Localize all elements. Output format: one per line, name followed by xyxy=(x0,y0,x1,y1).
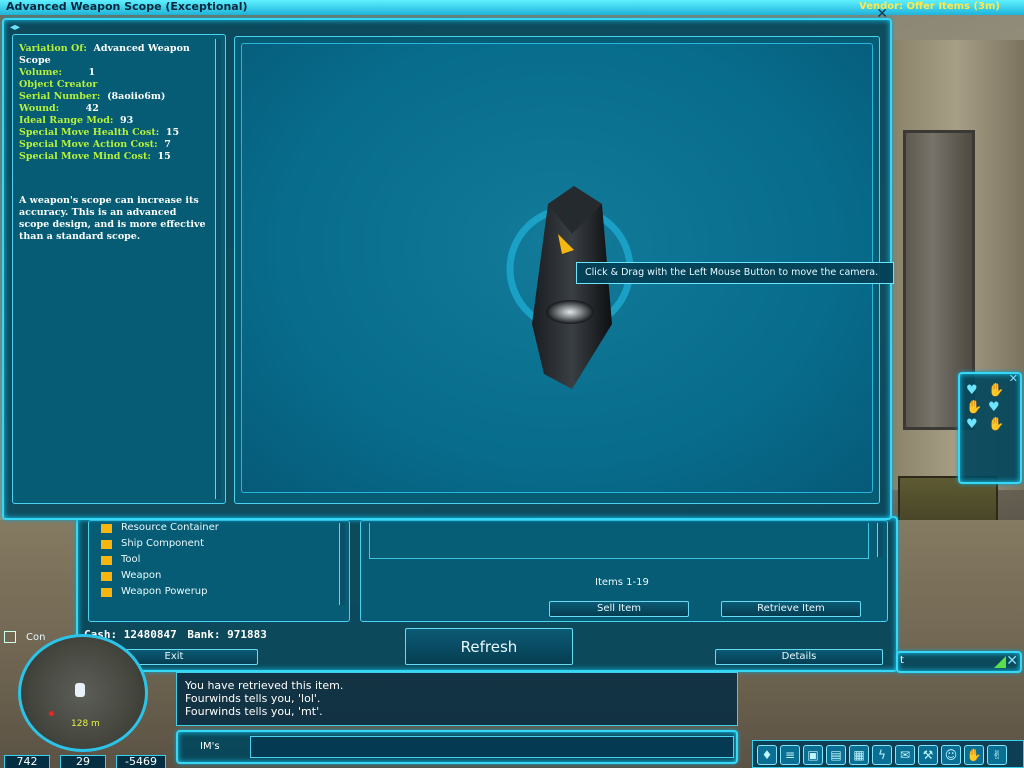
lightning-icon[interactable]: ϟ xyxy=(872,745,892,765)
chat-line: You have retrieved this item. xyxy=(185,679,344,692)
close-icon[interactable]: ✕ xyxy=(1006,653,1018,669)
bank-value: 971883 xyxy=(227,628,267,641)
im-bar: IM's xyxy=(176,730,738,764)
attribute-row: Object Creator xyxy=(19,79,98,90)
folder-icon xyxy=(101,588,112,597)
category-item[interactable]: Weapon Powerup xyxy=(101,585,207,599)
im-input[interactable] xyxy=(250,736,734,758)
inventory-icon[interactable]: ▣ xyxy=(803,745,823,765)
mail-icon[interactable]: ✉ xyxy=(895,745,915,765)
refresh-button[interactable]: Refresh xyxy=(405,628,573,665)
heart-icon: ♥ ✋ ♥ xyxy=(966,383,983,432)
right-input-value: t xyxy=(900,655,904,666)
attribute-row: Special Move Mind Cost: 15 xyxy=(19,151,171,162)
effects-panel: ✕ ♥ ✋ ♥ ✋ ♥ ✋ xyxy=(958,372,1022,484)
attribute-row: Variation Of: Advanced Weapon Scope xyxy=(19,43,190,66)
resize-handle-icon[interactable]: ◂▸ xyxy=(10,22,20,33)
attribute-row: Special Move Health Cost: 15 xyxy=(19,127,180,138)
category-item[interactable]: Resource Container xyxy=(101,521,219,535)
chat-window[interactable]: You have retrieved this item. Fourwinds … xyxy=(176,672,738,726)
cash-value: 12480847 xyxy=(123,628,177,641)
hand-icon: ✋ ♥ ✋ xyxy=(988,383,1005,432)
coord-x: 742 xyxy=(4,755,50,768)
chat-line: Fourwinds tells you, 'lol'. xyxy=(185,692,321,705)
vendor-tab-title[interactable]: Vendor: Offer Items (3m) xyxy=(756,0,1024,15)
attributes-scrollbar[interactable] xyxy=(215,39,221,499)
details-button[interactable]: Details xyxy=(715,649,883,665)
close-icon[interactable]: ✕ xyxy=(876,6,888,22)
item-list[interactable] xyxy=(369,523,869,559)
retrieve-item-button[interactable]: Retrieve Item xyxy=(721,601,861,617)
bank-label: Bank: xyxy=(187,628,221,641)
action-toolbar: ♦ ≡ ▣ ▤ ▦ ϟ ✉ ⚒ ☺ ✋ ✌ xyxy=(752,740,1024,768)
category-item[interactable]: Ship Component xyxy=(101,537,204,551)
gesture-icon[interactable]: ✌ xyxy=(987,745,1007,765)
player-marker-icon xyxy=(75,683,85,697)
datapad-icon[interactable]: ▤ xyxy=(826,745,846,765)
item-description: A weapon's scope can increase its accura… xyxy=(19,195,206,242)
map-distance: 128 m xyxy=(71,719,100,729)
coord-y: 29 xyxy=(60,755,106,768)
con-label: Con xyxy=(26,632,46,643)
folder-icon xyxy=(101,524,112,533)
con-checkbox[interactable] xyxy=(4,631,16,643)
hand-icon[interactable]: ✋ xyxy=(964,745,984,765)
folder-icon xyxy=(101,556,112,565)
tool-icon[interactable]: ⚒ xyxy=(918,745,938,765)
minimap[interactable]: 128 m xyxy=(18,634,148,752)
drop-icon[interactable]: ♦ xyxy=(757,745,777,765)
close-icon[interactable]: ✕ xyxy=(1009,372,1018,385)
item-scrollbar[interactable] xyxy=(877,523,883,557)
category-list: Resource Container Ship Component Tool W… xyxy=(88,520,350,622)
attribute-row: Ideal Range Mod: 93 xyxy=(19,115,134,126)
items-count: Items 1-19 xyxy=(595,577,649,588)
ims-label: IM's xyxy=(200,741,220,752)
sell-item-button[interactable]: Sell Item xyxy=(549,601,689,617)
map-blip-icon xyxy=(49,711,54,716)
attribute-list: Variation Of: Advanced Weapon Scope Volu… xyxy=(19,43,209,163)
folder-icon xyxy=(101,572,112,581)
camera-tooltip: Click & Drag with the Left Mouse Button … xyxy=(576,262,894,284)
folder-icon xyxy=(101,540,112,549)
attribute-row: Special Move Action Cost: 7 xyxy=(19,139,171,150)
chat-line: Fourwinds tells you, 'mt'. xyxy=(185,705,323,718)
attribute-row: Serial Number: (8aoiio6m) xyxy=(19,91,166,102)
category-scrollbar[interactable] xyxy=(339,523,345,605)
group-icon[interactable]: ☺ xyxy=(941,745,961,765)
right-input-bar[interactable]: t ✕ xyxy=(896,651,1022,673)
category-item[interactable]: Tool xyxy=(101,553,140,567)
coord-z: -5469 xyxy=(116,755,166,768)
list-icon[interactable]: ≡ xyxy=(780,745,800,765)
window-title: Advanced Weapon Scope (Exceptional) xyxy=(6,0,248,13)
attribute-row: Wound: 42 xyxy=(19,103,99,114)
category-item[interactable]: Weapon xyxy=(101,569,161,583)
signal-icon xyxy=(994,656,1006,668)
attribute-row: Volume: 1 xyxy=(19,67,96,78)
attributes-panel: Variation Of: Advanced Weapon Scope Volu… xyxy=(12,34,226,504)
map-icon[interactable]: ▦ xyxy=(849,745,869,765)
